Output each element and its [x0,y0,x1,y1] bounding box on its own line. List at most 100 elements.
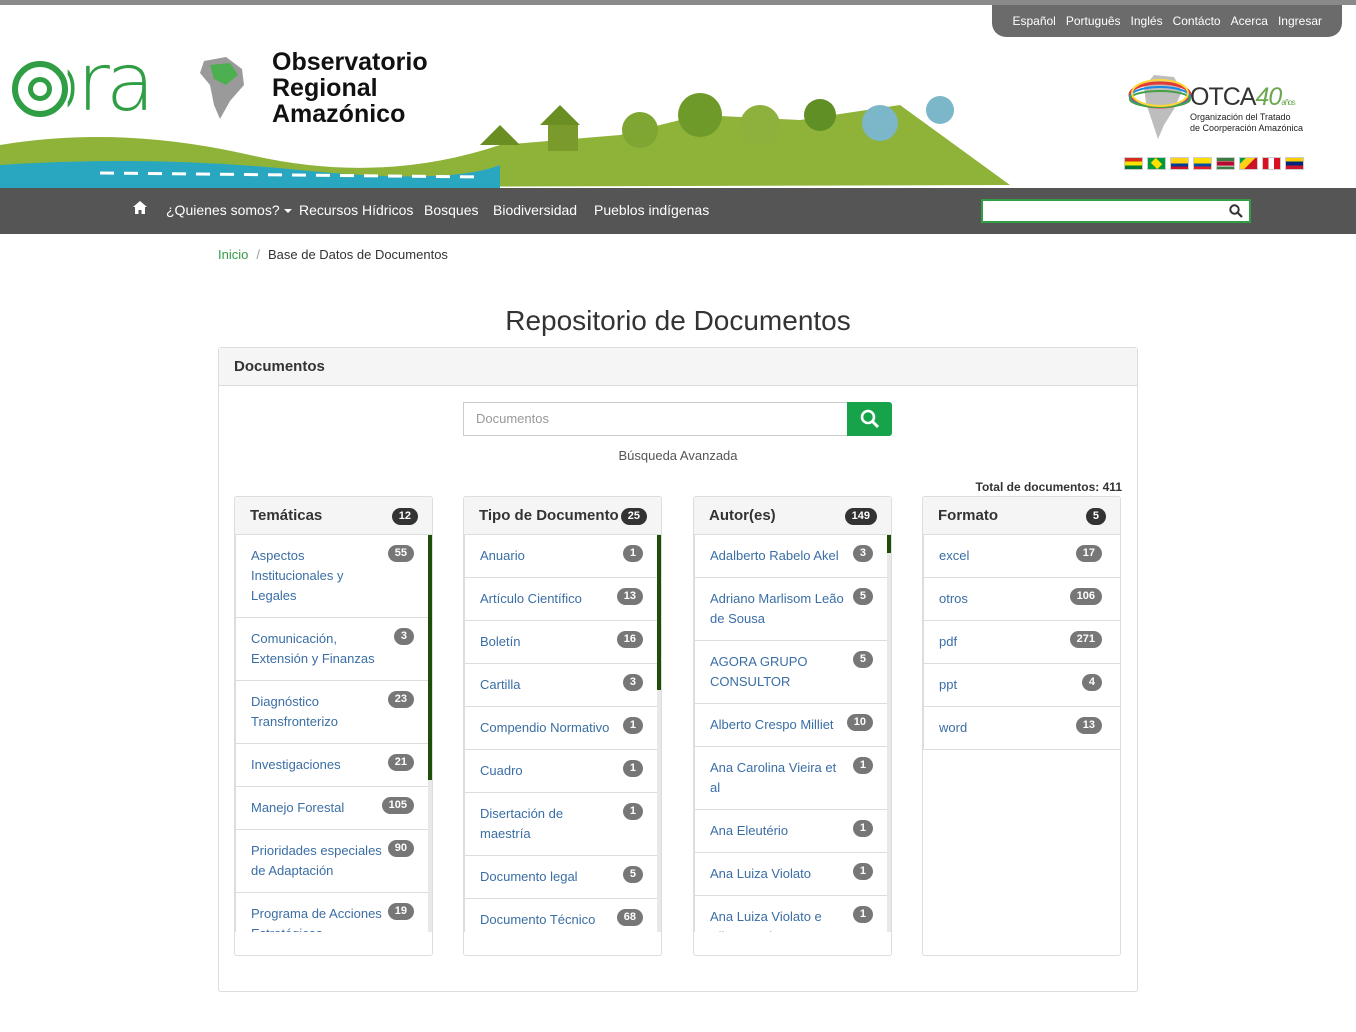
facet-scroll-thumb[interactable] [657,535,661,690]
facet-item[interactable]: Adalberto Rabelo Akel 3 [694,535,891,578]
facet-item-label[interactable]: Adriano Marlisom Leão de Sousa [710,591,844,626]
advanced-search-link[interactable]: Búsqueda Avanzada [219,448,1137,463]
facet-item-label[interactable]: Anuario [480,548,525,563]
facet-item[interactable]: Ana Carolina Vieira et al 1 [694,747,891,810]
facet-item-label[interactable]: Programa de Acciones Estratégicas [251,906,382,932]
nav-biodiversidad[interactable]: Biodiversidad [493,202,577,218]
ecuador-flag-icon [1193,157,1212,170]
facet-list[interactable]: Aspectos Institucionales y Legales 55 Comu… [235,535,432,932]
contact-link[interactable]: Contácto [1173,14,1221,28]
facet-tipo-de-documento: Tipo de Documento 25 Anuario 1 Artículo Cien… [463,496,662,956]
facet-item-label[interactable]: Artículo Científico [480,591,582,606]
facet-item[interactable]: Cartilla 3 [464,664,661,707]
facet-item-label[interactable]: Adalberto Rabelo Akel [710,548,839,563]
about-link[interactable]: Acerca [1231,14,1268,28]
facet-item-label[interactable]: Aspectos Institucionales y Legales [251,548,344,603]
otca-subtitle: Organización del Tratado de Coorperación… [1190,112,1304,133]
lang-portugues-link[interactable]: Português [1066,14,1121,28]
facet-item[interactable]: Programa de Acciones Estratégicas 19 [235,893,432,932]
facet-item[interactable]: word 13 [923,707,1120,750]
facet-item-label[interactable]: Manejo Forestal [251,800,344,815]
home-icon[interactable] [133,201,147,217]
search-icon[interactable] [1229,204,1243,223]
login-link[interactable]: Ingresar [1278,14,1322,28]
facet-scrollbar[interactable] [657,535,661,932]
facet-title: Tipo de Documento 25 [464,497,661,535]
facet-item-label[interactable]: Disertación de maestría [480,806,563,841]
facet-item[interactable]: Aspectos Institucionales y Legales 55 [235,535,432,618]
facet-item[interactable]: Anuario 1 [464,535,661,578]
main-navbar: ¿Quienes somos? Recursos Hídricos Bosque… [0,188,1356,234]
facet-item[interactable]: Ana Eleutério 1 [694,810,891,853]
member-flags [1124,157,1304,170]
facet-item-label[interactable]: Documento Técnico [480,912,595,927]
facet-scrollbar[interactable] [428,535,432,932]
facet-item[interactable]: Compendio Normativo 1 [464,707,661,750]
facet-item[interactable]: Cuadro 1 [464,750,661,793]
facet-scrollbar[interactable] [887,535,891,932]
facet-item-label[interactable]: Alberto Crespo Milliet [710,717,834,732]
facet-item[interactable]: Ana Luiza Violato 1 [694,853,891,896]
facet-item[interactable]: Diagnóstico Transfronterizo 23 [235,681,432,744]
facet-item[interactable]: AGORA GRUPO CONSULTOR 5 [694,641,891,704]
facet-item[interactable]: pdf 271 [923,621,1120,664]
facet-item-label[interactable]: Cartilla [480,677,520,692]
facet-item-label[interactable]: Investigaciones [251,757,341,772]
facet-item[interactable]: Comunicación, Extensión y Finanzas 3 [235,618,432,681]
facet-item-label[interactable]: Prioridades especiales de Adaptación [251,843,382,878]
facet-item-label[interactable]: ppt [939,677,957,692]
facet-item[interactable]: ppt 4 [923,664,1120,707]
facet-item[interactable]: excel 17 [923,535,1120,578]
facet-item[interactable]: Prioridades especiales de Adaptación 90 [235,830,432,893]
facet-item-label[interactable]: pdf [939,634,957,649]
documents-search-button[interactable] [847,402,892,436]
facet-item-label[interactable]: Boletín [480,634,520,649]
facet-item-label[interactable]: Cuadro [480,763,523,778]
facet-item-label[interactable]: otros [939,591,968,606]
facet-scroll-thumb[interactable] [887,535,891,553]
breadcrumb: Inicio / Base de Datos de Documentos [218,247,448,262]
facet-item-label[interactable]: Ana Luiza Violato [710,866,811,881]
lang-ingles-link[interactable]: Inglés [1131,14,1163,28]
facet-list[interactable]: excel 17 otros 106 pdf 271 ppt 4 word 13 [923,535,1120,932]
facet-item-label[interactable]: AGORA GRUPO CONSULTOR [710,654,808,689]
nav-search-input[interactable] [981,199,1251,223]
facet-item-label[interactable]: Compendio Normativo [480,720,609,735]
nav-recursos-hidricos[interactable]: Recursos Hídricos [299,202,413,218]
brazil-flag-icon [1147,157,1166,170]
nav-quienes-somos[interactable]: ¿Quienes somos? [166,202,292,218]
facet-list[interactable]: Anuario 1 Artículo Científico 13 Boletín 16 Ca… [464,535,661,932]
facet-item-label[interactable]: Ana Carolina Vieira et al [710,760,836,795]
facet-item[interactable]: otros 106 [923,578,1120,621]
panel-title: Documentos [219,348,1137,386]
facet-item-label[interactable]: Documento legal [480,869,578,884]
documents-search-input[interactable]: Documentos [463,402,848,436]
facet-item-label[interactable]: Comunicación, Extensión y Finanzas [251,631,375,666]
facet-item[interactable]: Artículo Científico 13 [464,578,661,621]
facet-item-label[interactable]: word [939,720,967,735]
lang-espanol-link[interactable]: Español [1012,14,1055,28]
facet-list[interactable]: Adalberto Rabelo Akel 3 Adriano Marlisom L… [694,535,891,932]
facet-item[interactable]: Adriano Marlisom Leão de Sousa 5 [694,578,891,641]
facet-item-count-badge: 1 [622,545,643,562]
facet-item[interactable]: Documento Técnico 68 [464,899,661,932]
facet-item[interactable]: Alberto Crespo Milliet 10 [694,704,891,747]
facet-item[interactable]: Documento legal 5 [464,856,661,899]
facet-item[interactable]: Ana Luiza Violato e Elias Serejo 1 [694,896,891,932]
facet-item[interactable]: Investigaciones 21 [235,744,432,787]
facet-item-count-badge: 3 [393,628,414,645]
facet-item[interactable]: Disertación de maestría 1 [464,793,661,856]
breadcrumb-home-link[interactable]: Inicio [218,247,248,262]
nav-pueblos-indigenas[interactable]: Pueblos indígenas [594,202,709,218]
facet-count-badge: 12 [391,508,418,525]
facet-item-label[interactable]: excel [939,548,969,563]
facet-item[interactable]: Manejo Forestal 105 [235,787,432,830]
nav-bosques[interactable]: Bosques [424,202,478,218]
facet-scroll-thumb[interactable] [428,535,432,780]
facet-item[interactable]: Boletín 16 [464,621,661,664]
facet-item-label[interactable]: Ana Eleutério [710,823,788,838]
facet-item-count-badge: 5 [852,651,873,668]
facet-item-label[interactable]: Ana Luiza Violato e Elias Serejo [710,909,822,932]
facet-item-label[interactable]: Diagnóstico Transfronterizo [251,694,338,729]
suriname-flag-icon [1216,157,1235,170]
